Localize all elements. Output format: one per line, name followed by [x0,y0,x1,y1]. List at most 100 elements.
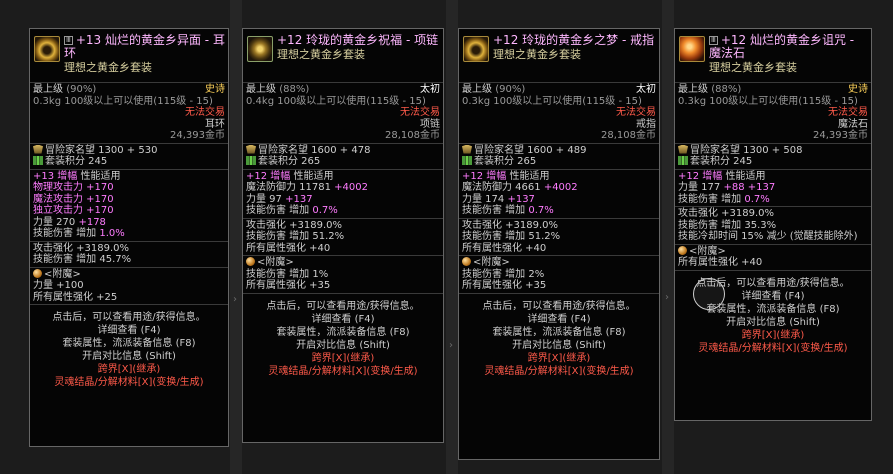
stat-bonus: 0.7% [312,205,338,216]
set-points: 套装积分 265 [258,156,321,167]
stat-line: 技能伤害 增加 51.2% [246,231,345,242]
divider [459,255,659,256]
slot-type: 项链 [420,118,440,130]
soul-crystal-hotkey[interactable]: 灵魂结晶/分解材料[X](变换/生成) [33,376,225,389]
set-points-row: 套装积分 245 [33,156,225,168]
item-plus: +12 [493,33,519,47]
slot-type: 魔法石 [838,118,868,130]
divider [243,217,443,219]
detail-view-hotkey[interactable]: 详细查看 (F4) [246,313,440,326]
amplify-rest: 性能适用 [290,170,334,182]
item-tooltip-magic-stone[interactable]: Ⅲ +12 灿烂的黄金乡诅咒 - 魔法石 理想之黄金乡套装 最上级 (88%) 史诗 0.… [674,28,872,421]
cross-inherit-hotkey[interactable]: 跨界[X](继承) [678,329,868,342]
compare-hotkey[interactable]: 开启对比信息 (Shift) [678,316,868,329]
usage-requirement: 0.3kg 100级以上可以使用(115级 - 15) [678,95,858,107]
enchant-header: <附魔> [246,257,440,269]
set-points-row: 套装积分 265 [246,156,440,168]
amplify-rest: 性能适用 [77,170,121,182]
amplify-rest: 性能适用 [506,170,550,182]
title-box: Ⅲ +12 灿烂的黄金乡诅咒 - 魔法石 理想之黄金乡套装 [709,31,868,81]
enchant-orb-icon [462,257,471,266]
amplify-level: +13 [33,170,55,182]
fame-shield-icon [246,144,256,154]
divider [459,168,659,170]
compare-hotkey[interactable]: 开启对比信息 (Shift) [33,350,225,363]
trade-status: 无法交易 [616,107,656,118]
enchant-label: <附魔> [689,245,726,257]
grade-label: 最上级 [462,84,492,95]
item-plus: +13 [75,33,102,47]
set-name: 理想之黄金乡套装 [64,61,152,74]
scroll-right-arrow-icon[interactable]: › [449,340,453,352]
cross-inherit-hotkey[interactable]: 跨界[X](继承) [246,352,440,365]
set-attr-hotkey[interactable]: 套装属性，流派装备信息 (F8) [33,337,225,350]
stat-line: 技能伤害 增加 0.7% [462,205,656,217]
amplify-level: +12 [678,170,700,182]
stat-bonus: 0.7% [744,193,770,205]
stat-text: 技能伤害 增加 [246,205,313,216]
item-title-line: Ⅲ +12 灿烂的黄金乡诅咒 - 魔法石 [709,34,868,60]
magic-stone-icon [679,36,705,62]
soul-crystal-hotkey[interactable]: 灵魂结晶/分解材料[X](变换/生成) [462,365,656,378]
stat-text: 独立攻击力 +170 [33,205,114,216]
stat-text: 力量 97 [246,193,286,205]
stat-line: 独立攻击力 +170 [33,205,225,217]
trade-status: 无法交易 [400,107,440,118]
soul-crystal-hotkey[interactable]: 灵魂结晶/分解材料[X](变换/生成) [246,365,440,378]
detail-view-hotkey[interactable]: 详细查看 (F4) [33,324,225,337]
stat-bonus: +4002 [543,182,578,193]
slot-type: 耳环 [205,118,225,130]
item-tooltip-necklace[interactable]: +12 玲珑的黄金乡祝福 - 项链 理想之黄金乡套装 最上级 (88%) 太初 0.4k… [242,28,444,443]
divider [243,82,443,83]
rarity: 史诗 [848,84,868,95]
compare-hotkey[interactable]: 开启对比信息 (Shift) [246,339,440,352]
scroll-right-arrow-icon[interactable]: › [665,292,669,304]
cross-inherit-hotkey[interactable]: 跨界[X](继承) [462,352,656,365]
set-attr-hotkey[interactable]: 套装属性，流派装备信息 (F8) [246,326,440,339]
stat-bonus: +137 [507,193,535,205]
set-attr-hotkey[interactable]: 套装属性，流派装备信息 (F8) [462,326,656,339]
stat-line: 技能冷却时间 15% 减少 (觉醒技能除外) [678,231,858,242]
enchant-orb-icon [246,257,255,266]
item-tooltip-ring[interactable]: +12 玲珑的黄金乡之梦 - 戒指 理想之黄金乡套装 最上级 (90%) 太初 0.3k… [458,28,660,460]
stat-line: 魔法攻击力 +170 [33,194,225,206]
usage-requirement: 0.3kg 100级以上可以使用(115级 - 15) [33,95,213,107]
soul-crystal-hotkey[interactable]: 灵魂结晶/分解材料[X](变换/生成) [678,342,868,355]
usage-requirement: 0.3kg 100级以上可以使用(115级 - 15) [462,95,642,107]
stat-line: 攻击强化 +3189.0% [246,219,343,231]
rarity: 太初 [420,84,440,95]
item-plus: +12 [720,33,747,47]
detail-view-hotkey[interactable]: 详细查看 (F4) [462,313,656,326]
sell-price: 28,108金币 [601,130,656,141]
stat-line: 技能伤害 增加 0.7% [246,205,440,217]
fame-shield-icon [678,144,688,154]
scroll-right-arrow-icon[interactable]: › [233,294,237,306]
divider [675,168,871,170]
compare-hotkey[interactable]: 开启对比信息 (Shift) [462,339,656,352]
divider [675,82,871,83]
mouse-cursor-highlight [693,278,725,310]
item-plus: +12 [277,33,303,47]
stat-text: 力量 174 [462,193,508,205]
grade-row: 最上级 (88%) 史诗 [678,84,868,96]
grade-label: 最上级 [246,84,276,95]
stat-line: 所有属性强化 +40 [462,242,547,254]
set-points: 套装积分 245 [45,156,108,167]
set-name: 理想之黄金乡套装 [709,61,797,74]
title-box: +12 玲珑的黄金乡祝福 - 项链 理想之黄金乡套装 [277,31,440,81]
divider [675,142,871,144]
item-tooltip-earring[interactable]: Ⅲ +13 灿烂的黄金乡异面 - 耳环 理想之黄金乡套装 最上级 (90%) 史诗 0.3… [29,28,229,447]
stat-line: 力量 270 +178 [33,217,225,229]
amplify-row: +12 增幅 性能适用 [462,171,656,183]
enchant-line: 技能伤害 增加 1% [246,268,329,280]
enchant-header: <附魔> [462,257,656,269]
stat-line: 力量 97 +137 [246,194,440,206]
title-box: +12 玲珑的黄金乡之梦 - 戒指 理想之黄金乡套装 [493,31,656,81]
stat-line: 攻击强化 +3189.0% [33,242,130,254]
cross-inherit-hotkey[interactable]: 跨界[X](继承) [33,363,225,376]
tooltip-footer: 点击后，可以查看用途/获得信息。 详细查看 (F4) 套装属性，流派装备信息 (F8… [462,300,656,378]
divider [675,243,871,245]
tooltip-footer: 点击后，可以查看用途/获得信息。 详细查看 (F4) 套装属性，流派装备信息 (F8… [246,300,440,378]
tooltip-footer: 点击后，可以查看用途/获得信息。 详细查看 (F4) 套装属性，流派装备信息 (F8… [33,311,225,389]
enchant-label: <附魔> [473,257,510,268]
